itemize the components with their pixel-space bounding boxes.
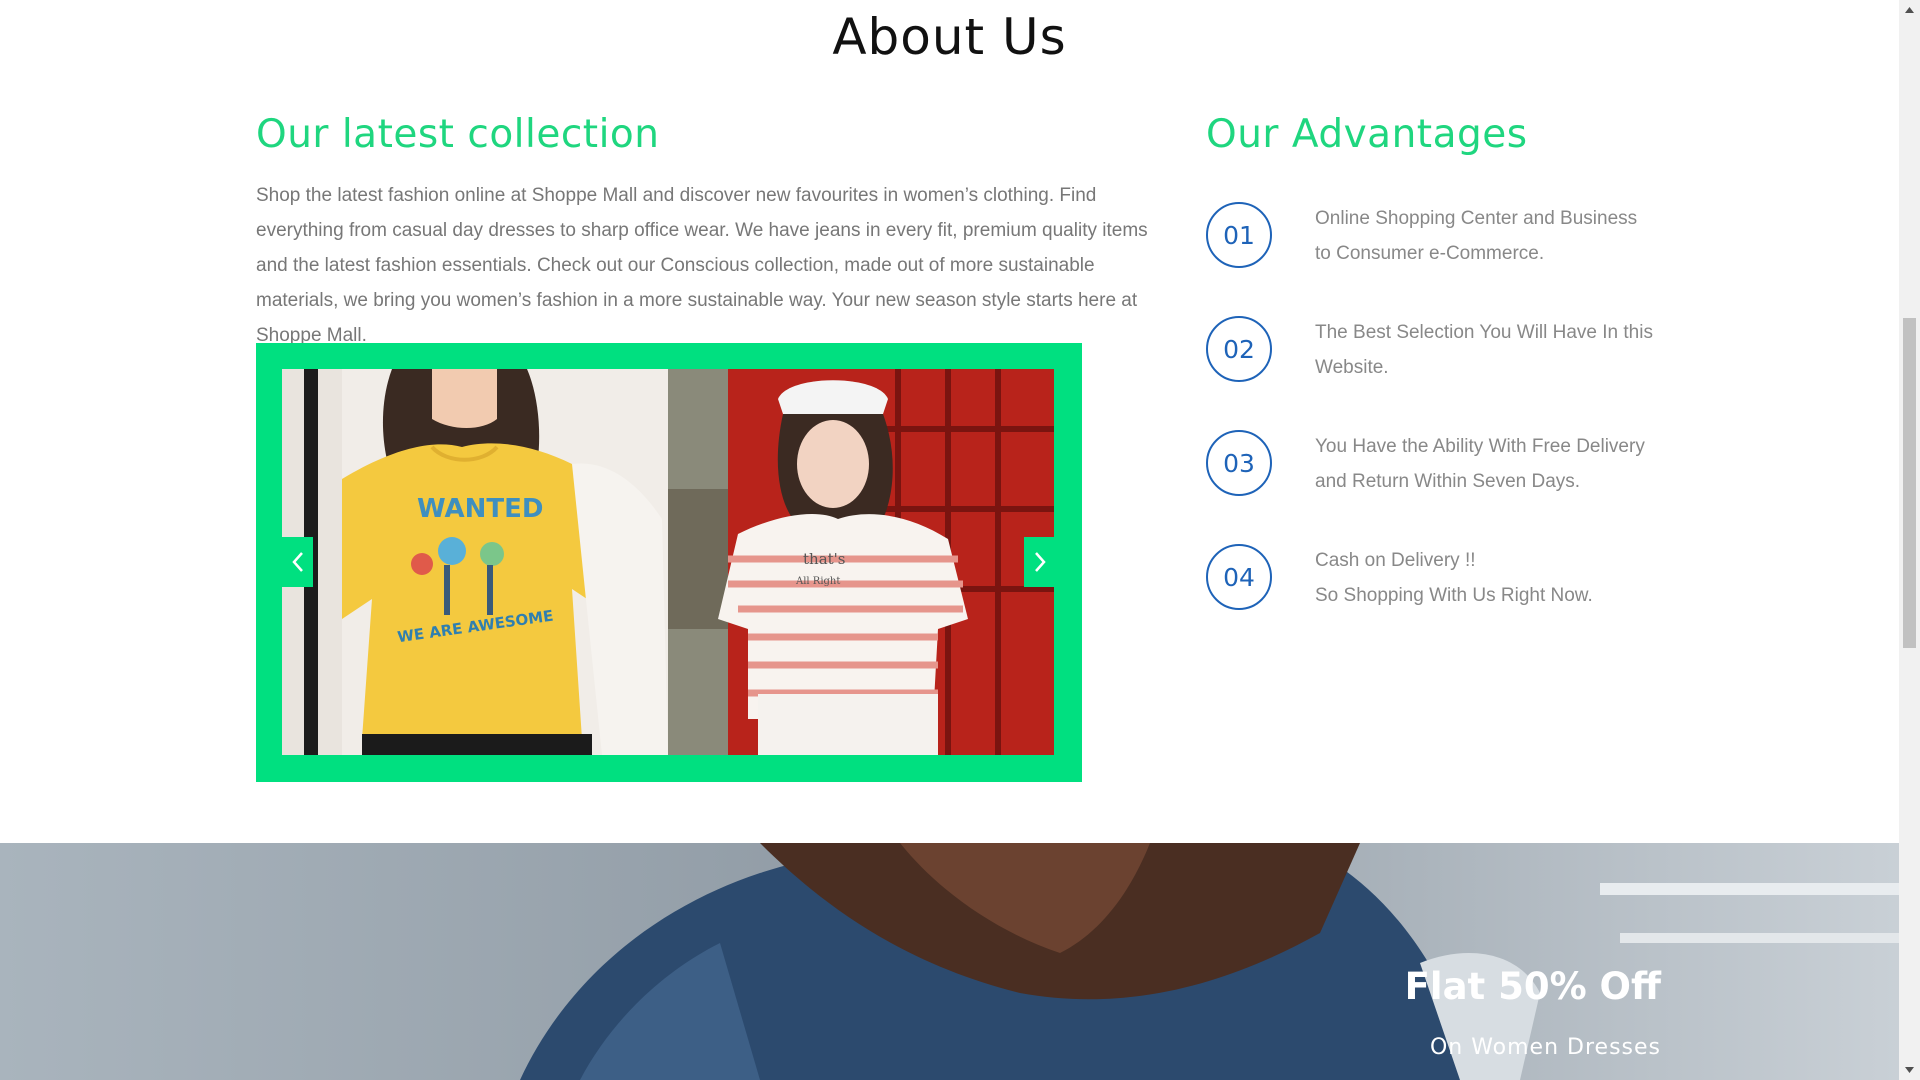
advantage-line-2: to Consumer e-Commerce. [1315, 243, 1545, 264]
tshirt-text-thats: that's [803, 550, 845, 568]
advantage-text: You Have the Ability With Free Delivery … [1315, 429, 1655, 499]
page-scrollbar[interactable] [1899, 0, 1920, 1080]
advantage-text: Online Shopping Center and Business to C… [1315, 201, 1655, 271]
advantage-line-2: and Return Within Seven Days. [1315, 471, 1581, 492]
scrollbar-thumb[interactable] [1903, 318, 1916, 648]
advantage-number: 02 [1206, 316, 1272, 382]
collection-description: Shop the latest fashion online at Shoppe… [256, 185, 1148, 346]
collection-heading: Our latest collection [256, 112, 660, 157]
about-title: About Us [832, 8, 1067, 66]
scroll-down-icon[interactable] [1903, 1063, 1916, 1076]
slider-next-button[interactable] [1024, 537, 1055, 587]
scroll-up-icon[interactable] [1903, 4, 1916, 17]
advantage-line-1: You Have the Ability With Free Delivery [1315, 436, 1645, 457]
chevron-left-icon [291, 552, 303, 572]
advantage-text: Cash on Delivery !! So Shopping With Us … [1315, 543, 1655, 613]
advantage-line-2: So Shopping With Us Right Now. [1315, 585, 1593, 606]
slide-image-yellow-tshirt[interactable]: WANTED WE ARE AWESOME [282, 369, 668, 755]
advantage-item: 01 Online Shopping Center and Business t… [1206, 202, 1686, 272]
advantage-item: 03 You Have the Ability With Free Delive… [1206, 430, 1686, 500]
advantage-line-1: The Best Selection You Will Have In this [1315, 322, 1653, 343]
banner-subtitle: On Women Dresses [1429, 1035, 1661, 1060]
slider-prev-button[interactable] [282, 537, 313, 587]
tshirt-text-all-right: All Right [795, 576, 840, 587]
advantage-number: 03 [1206, 430, 1272, 496]
advantage-line-2: Website. [1315, 357, 1389, 378]
advantage-text: The Best Selection You Will Have In this… [1315, 315, 1655, 385]
page: About Us Our latest collection Shop the … [0, 0, 1899, 1080]
advantages-heading: Our Advantages [1206, 112, 1528, 157]
collection-slider: WANTED WE ARE AWESOME that's All Right [256, 343, 1082, 782]
slide-image-striped-tshirt[interactable]: that's All Right [668, 369, 1054, 755]
banner-title: Flat 50% Off [1404, 965, 1661, 1008]
tshirt-text-wanted: WANTED [417, 494, 543, 524]
advantage-number: 01 [1206, 202, 1272, 268]
advantage-item: 02 The Best Selection You Will Have In t… [1206, 316, 1686, 386]
advantage-item: 04 Cash on Delivery !! So Shopping With … [1206, 544, 1686, 614]
chevron-right-icon [1034, 552, 1046, 572]
promo-banner[interactable]: Flat 50% Off On Women Dresses [0, 843, 1899, 1080]
advantage-number: 04 [1206, 544, 1272, 610]
advantage-line-1: Cash on Delivery !! [1315, 550, 1476, 571]
advantage-line-1: Online Shopping Center and Business [1315, 208, 1638, 229]
